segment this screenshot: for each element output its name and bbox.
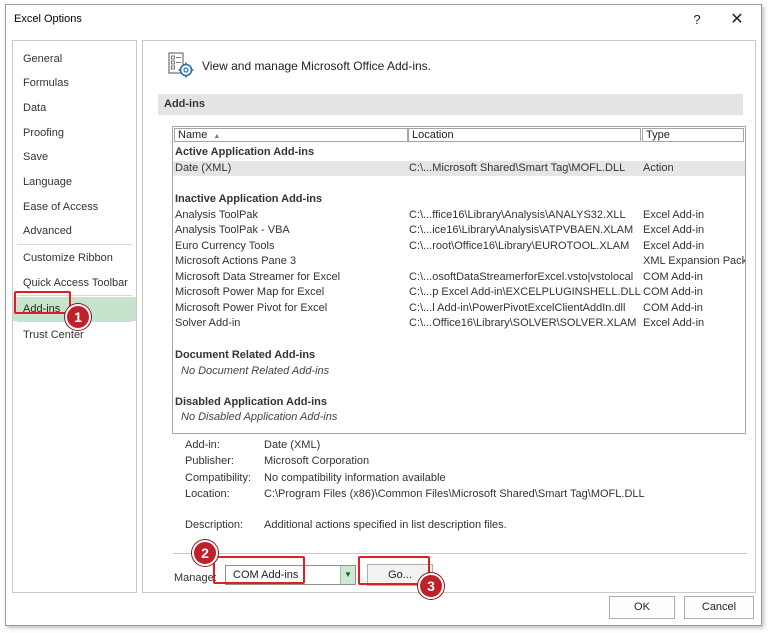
table-row[interactable]: Microsoft Data Streamer for Excel C:\...… <box>173 270 745 285</box>
column-header-location[interactable]: Location <box>408 128 641 142</box>
addin-type: Excel Add-in <box>643 317 705 329</box>
detail-location-value: C:\Program Files (x86)\Common Files\Micr… <box>264 488 645 500</box>
nav-item-quick-access-toolbar[interactable]: Quick Access Toolbar <box>13 271 136 295</box>
panel-header-text: View and manage Microsoft Office Add-ins… <box>202 59 432 73</box>
addin-location: C:\...Office16\Library\SOLVER\SOLVER.XLA… <box>409 317 637 329</box>
addin-type: COM Add-in <box>643 286 703 298</box>
cancel-button[interactable]: Cancel <box>684 596 754 619</box>
group-title-disabled: Disabled Application Add-ins <box>175 396 327 408</box>
nav-separator <box>17 295 132 296</box>
callout-badge: 3 <box>418 573 444 599</box>
addin-name: Microsoft Power Map for Excel <box>175 286 325 298</box>
detail-addin-label: Add-in: <box>185 439 220 451</box>
add-ins-table: Name ▲ Location Type Active Application … <box>172 126 746 434</box>
addin-type: COM Add-in <box>643 302 703 314</box>
empty-document-addins: No Document Related Add-ins <box>181 365 330 377</box>
table-row[interactable]: Solver Add-in C:\...Office16\Library\SOL… <box>173 316 745 331</box>
sort-ascending-icon: ▲ <box>213 133 221 140</box>
detail-compatibility-value: No compatibility information available <box>264 472 446 484</box>
manage-select[interactable]: COM Add-ins ▼ <box>225 565 356 585</box>
detail-compatibility-label: Compatibility: <box>185 472 252 484</box>
manage-label: Manage: <box>174 572 217 584</box>
addin-name: Microsoft Power Pivot for Excel <box>175 302 328 314</box>
detail-location-label: Location: <box>185 488 230 500</box>
addin-location: C:\...ffice16\Library\Analysis\ANALYS32.… <box>409 209 626 221</box>
addins-gear-icon <box>168 52 194 78</box>
group-title-document: Document Related Add-ins <box>175 349 316 361</box>
table-row[interactable]: Microsoft Power Map for Excel C:\...p Ex… <box>173 285 745 300</box>
nav-item-save[interactable]: Save <box>13 145 136 169</box>
nav-separator <box>17 244 132 245</box>
table-row[interactable]: Euro Currency Tools C:\...root\Office16\… <box>173 239 745 254</box>
column-header-type[interactable]: Type <box>642 128 744 142</box>
table-row[interactable]: Analysis ToolPak - VBA C:\...ice16\Libra… <box>173 223 745 238</box>
detail-description-value: Additional actions specified in list des… <box>264 519 507 531</box>
addin-type: Excel Add-in <box>643 209 705 221</box>
addin-name: Analysis ToolPak <box>175 209 258 221</box>
nav-item-ease-of-access[interactable]: Ease of Access <box>13 195 136 219</box>
addin-type: Excel Add-in <box>643 240 705 252</box>
title-bar: Excel Options ? ✕ <box>6 5 761 35</box>
dropdown-arrow-icon[interactable]: ▼ <box>340 566 355 584</box>
addin-name: Microsoft Data Streamer for Excel <box>175 271 341 283</box>
nav-item-data[interactable]: Data <box>13 96 136 120</box>
addin-type: XML Expansion Pack <box>643 255 745 267</box>
addin-location: C:\...osoftDataStreamerforExcel.vsto|vst… <box>409 271 634 283</box>
divider <box>173 553 747 554</box>
section-title: Add-ins <box>158 94 743 115</box>
addin-name: Microsoft Actions Pane 3 <box>175 255 297 267</box>
callout-badge: 2 <box>192 540 218 566</box>
nav-item-formulas[interactable]: Formulas <box>13 71 136 95</box>
addin-type: COM Add-in <box>643 271 703 283</box>
group-title-active: Active Application Add-ins <box>175 146 315 158</box>
column-header-name-label: Name <box>178 129 208 141</box>
table-row[interactable]: Analysis ToolPak C:\...ffice16\Library\A… <box>173 208 745 223</box>
add-ins-panel: View and manage Microsoft Office Add-ins… <box>142 40 756 593</box>
detail-description-label: Description: <box>185 519 244 531</box>
dialog-title: Excel Options <box>14 13 82 25</box>
detail-addin-value: Date (XML) <box>264 439 321 451</box>
excel-options-dialog: Excel Options ? ✕ General Formulas Data … <box>5 4 762 626</box>
addin-location: C:\...l Add-in\PowerPivotExcelClientAddI… <box>409 302 626 314</box>
addin-location <box>409 254 641 269</box>
addin-type: Action <box>643 162 674 174</box>
addin-name: Solver Add-in <box>175 317 241 329</box>
help-button[interactable]: ? <box>688 11 706 29</box>
addin-location: C:\...Microsoft Shared\Smart Tag\MOFL.DL… <box>409 162 626 174</box>
table-row[interactable]: Microsoft Power Pivot for Excel C:\...l … <box>173 301 745 316</box>
addin-name: Date (XML) <box>175 162 232 174</box>
addin-location: C:\...p Excel Add-in\EXCELPLUGINSHELL.DL… <box>409 286 641 298</box>
addin-name: Analysis ToolPak - VBA <box>175 224 290 236</box>
group-title-inactive: Inactive Application Add-ins <box>175 193 323 205</box>
addin-location: C:\...root\Office16\Library\EUROTOOL.XLA… <box>409 240 630 252</box>
nav-item-advanced[interactable]: Advanced <box>13 219 136 243</box>
nav-item-proofing[interactable]: Proofing <box>13 121 136 145</box>
table-row[interactable]: Microsoft Actions Pane 3 XML Expansion P… <box>173 254 745 269</box>
addin-location: C:\...ice16\Library\Analysis\ATPVBAEN.XL… <box>409 224 634 236</box>
column-header-name[interactable]: Name ▲ <box>174 128 408 142</box>
manage-select-value: COM Add-ins <box>233 569 299 581</box>
ok-button[interactable]: OK <box>609 596 675 619</box>
addin-name: Euro Currency Tools <box>175 240 275 252</box>
empty-disabled-addins: No Disabled Application Add-ins <box>181 411 338 423</box>
addin-type: Excel Add-in <box>643 224 705 236</box>
nav-item-language[interactable]: Language <box>13 170 136 194</box>
detail-publisher-value: Microsoft Corporation <box>264 455 370 467</box>
detail-publisher-label: Publisher: <box>185 455 234 467</box>
nav-item-general[interactable]: General <box>13 47 136 71</box>
close-button[interactable]: ✕ <box>722 8 752 32</box>
callout-badge: 1 <box>65 304 91 330</box>
nav-item-customize-ribbon[interactable]: Customize Ribbon <box>13 246 136 270</box>
table-row[interactable]: Date (XML) C:\...Microsoft Shared\Smart … <box>173 161 745 176</box>
table-header: Name ▲ Location Type <box>173 127 745 143</box>
